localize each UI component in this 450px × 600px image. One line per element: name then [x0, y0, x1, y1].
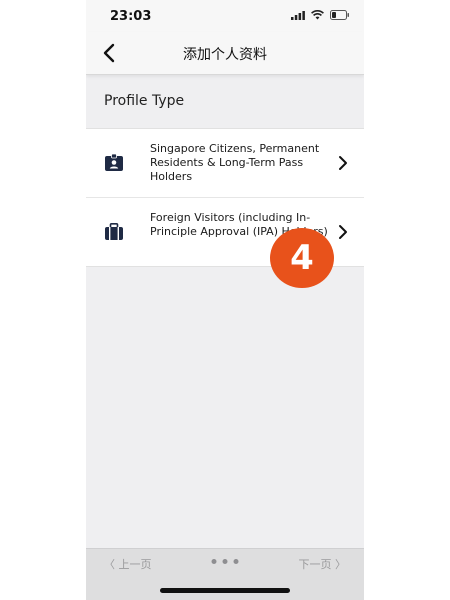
prev-page-button[interactable]: 〈 上一页: [104, 556, 152, 572]
nav-bar: 添加个人资料: [86, 32, 364, 75]
battery-icon: [330, 10, 349, 20]
page-title: 添加个人资料: [183, 47, 267, 63]
dot: [211, 559, 217, 564]
home-indicator: [160, 588, 290, 593]
id-card-icon: [105, 154, 123, 171]
status-bar: 23:03: [86, 0, 364, 32]
status-icons: [291, 10, 350, 20]
suitcase-icon: [105, 223, 123, 240]
profile-type-singapore-residents[interactable]: Singapore Citizens, Permanent Residents …: [86, 129, 364, 197]
chevron-right-icon: [339, 225, 347, 239]
section-title: Profile Type: [104, 93, 185, 109]
dot: [222, 559, 228, 564]
phone-screen: 23:03 添加个人资料 Profile Type Singapore Citi…: [86, 0, 364, 600]
chevron-right-icon: [339, 156, 347, 170]
next-page-button[interactable]: 下一页 〉: [299, 556, 347, 572]
step-number-badge: 4: [270, 228, 334, 288]
more-dots-icon[interactable]: [211, 559, 239, 564]
signal-icon: [291, 10, 305, 20]
dot: [233, 559, 239, 564]
row-label: Singapore Citizens, Permanent Residents …: [150, 142, 320, 183]
wifi-icon: [311, 10, 324, 20]
status-time: 23:03: [110, 9, 152, 24]
section-header: Profile Type: [86, 90, 364, 114]
